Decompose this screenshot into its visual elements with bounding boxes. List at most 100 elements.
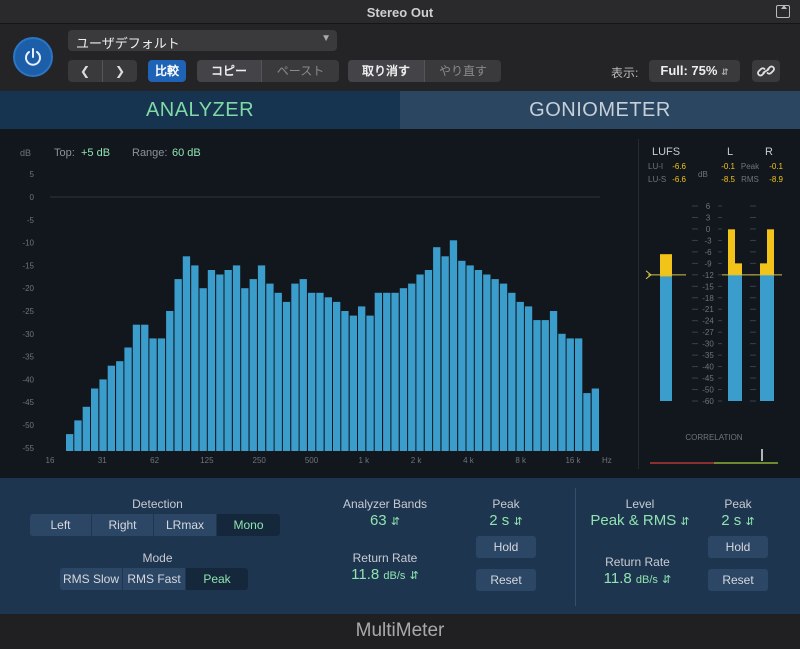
spectrum-band-bar [391, 292, 399, 451]
x-tick-label: 31 [98, 456, 107, 465]
top-label: Top: [54, 147, 75, 159]
x-tick-label: 1 k [358, 456, 370, 465]
next-preset-button[interactable]: ❯ [103, 60, 137, 82]
mode-rms-slow[interactable]: RMS Slow [60, 568, 123, 590]
spectrum-band-bar [324, 297, 332, 451]
level-peak-value: 2 s [721, 512, 742, 529]
paste-button[interactable]: ペースト [262, 60, 339, 82]
detection-right[interactable]: Right [92, 514, 154, 536]
spectrum-band-bar [157, 338, 166, 451]
level-hold-button[interactable]: Hold [708, 536, 768, 558]
spectrum-band-bar [316, 292, 324, 451]
l-rms-value: -8.5 [721, 175, 735, 184]
y-tick-label: 0 [30, 193, 35, 202]
power-button[interactable] [13, 37, 53, 77]
level-peak-label: Peak [724, 497, 752, 511]
correlation-label: CORRELATION [685, 433, 742, 442]
spectrum-band-bar [508, 292, 516, 451]
spectrum-band-bar [549, 311, 558, 451]
left-meter-rms-segment [728, 274, 735, 401]
y-tick-label: -45 [22, 398, 34, 407]
updown-icon: ⇵ [745, 516, 755, 528]
spectrum-band-bar [141, 324, 149, 451]
detection-left[interactable]: Left [30, 514, 92, 536]
mode-peak[interactable]: Peak [186, 568, 248, 590]
level-label: Level [625, 497, 655, 511]
reset-button[interactable]: Reset [476, 569, 536, 591]
zoom-dropdown[interactable]: Full: 75% ⇵ [649, 60, 740, 82]
hold-button[interactable]: Hold [476, 536, 536, 558]
undo-button[interactable]: 取り消す [348, 60, 424, 82]
range-value[interactable]: 60 dB [172, 147, 201, 159]
spectrum-band-bar [107, 365, 115, 451]
level-mode-stepper[interactable]: Peak & RMS ⇵ [580, 512, 700, 529]
lufs-label: LUFS [652, 146, 680, 158]
x-tick-label: 16 [46, 456, 55, 465]
peak-hold-stepper[interactable]: 2 s ⇵ [470, 512, 542, 529]
x-tick-label: 500 [305, 456, 319, 465]
level-peak-stepper[interactable]: 2 s ⇵ [702, 512, 774, 529]
meter-scale-label: -30 [702, 340, 714, 349]
top-value[interactable]: +5 dB [81, 147, 110, 159]
spectrum-band-bar [566, 338, 574, 451]
level-return-rate-unit: dB/s [635, 574, 658, 586]
r-peak-value: -0.1 [769, 162, 783, 171]
detection-mono[interactable]: Mono [217, 514, 280, 536]
spectrum-band-bar [558, 333, 566, 451]
compare-button[interactable]: 比較 [148, 60, 186, 82]
left-rms-meter-peak-segment [735, 263, 742, 275]
spectrum-band-bar [408, 283, 416, 451]
y-tick-label: -20 [22, 284, 34, 293]
spectrum-band-bar [416, 274, 424, 451]
spectrum-band-bar [116, 361, 124, 451]
spectrum-band-bar [216, 274, 224, 451]
redo-button[interactable]: やり直す [425, 60, 501, 82]
tab-goniometer[interactable]: GONIOMETER [400, 91, 800, 129]
previous-preset-button[interactable]: ❮ [68, 60, 102, 82]
x-tick-label: 8 k [515, 456, 527, 465]
tab-analyzer[interactable]: ANALYZER [0, 91, 400, 129]
spectrum-band-bar [124, 347, 132, 451]
spectrum-band-bar [366, 315, 374, 451]
spectrum-band-bar [149, 338, 157, 451]
return-rate-value: 11.8 [351, 566, 380, 583]
spectrum-band-bar [266, 283, 274, 451]
analyzer-bands-value: 63 [369, 512, 387, 529]
spectrum-band-bar [66, 434, 74, 451]
detection-lrmax[interactable]: LRmax [154, 514, 217, 536]
copy-button[interactable]: コピー [197, 60, 261, 82]
right-rms-meter-peak-segment [760, 263, 767, 275]
level-meters: LUFS LU-I -6.6 LU-S -6.6 L R -0.1 Peak -… [645, 146, 784, 464]
return-rate-stepper[interactable]: 11.8 dB/s ⇵ [330, 566, 440, 583]
preset-dropdown[interactable]: ユーザデフォルト ▼ [68, 30, 337, 51]
analyzer-bands-stepper[interactable]: 63 ⇵ [330, 512, 440, 529]
analyzer-bands-label: Analyzer Bands [342, 497, 428, 511]
lu-i-label: LU-I [648, 162, 663, 171]
level-reset-button[interactable]: Reset [708, 569, 768, 591]
level-return-rate-stepper[interactable]: 11.8 dB/s ⇵ [580, 570, 695, 587]
share-icon[interactable] [776, 5, 790, 18]
panel-separator [575, 488, 576, 606]
window-titlebar: Stereo Out [0, 0, 800, 24]
mode-rms-fast[interactable]: RMS Fast [123, 568, 186, 590]
level-return-rate-value: 11.8 [603, 570, 632, 587]
meter-db-label: dB [698, 170, 708, 179]
spectrum-band-bar [541, 320, 549, 451]
y-tick-label: -30 [22, 330, 34, 339]
spectrum-band-bar [224, 270, 232, 451]
link-button[interactable] [752, 60, 780, 82]
zoom-label: 表示: [611, 66, 639, 80]
peak-hold-value: 2 s [489, 512, 510, 529]
spectrum-band-bar [524, 306, 533, 451]
x-tick-label: 2 k [411, 456, 423, 465]
y-tick-label: 5 [30, 170, 35, 179]
lufs-meter-rms-segment [660, 276, 672, 401]
spectrum-band-bar [458, 260, 466, 451]
lu-s-label: LU-S [648, 175, 666, 184]
left-channel-label: L [727, 146, 733, 158]
spectrum-band-bar [291, 283, 299, 451]
db-unit-label: dB [20, 148, 31, 158]
spectrum-band-bar [99, 379, 107, 451]
plugin-name: MultiMeter [355, 620, 445, 641]
right-channel-label: R [765, 146, 773, 158]
